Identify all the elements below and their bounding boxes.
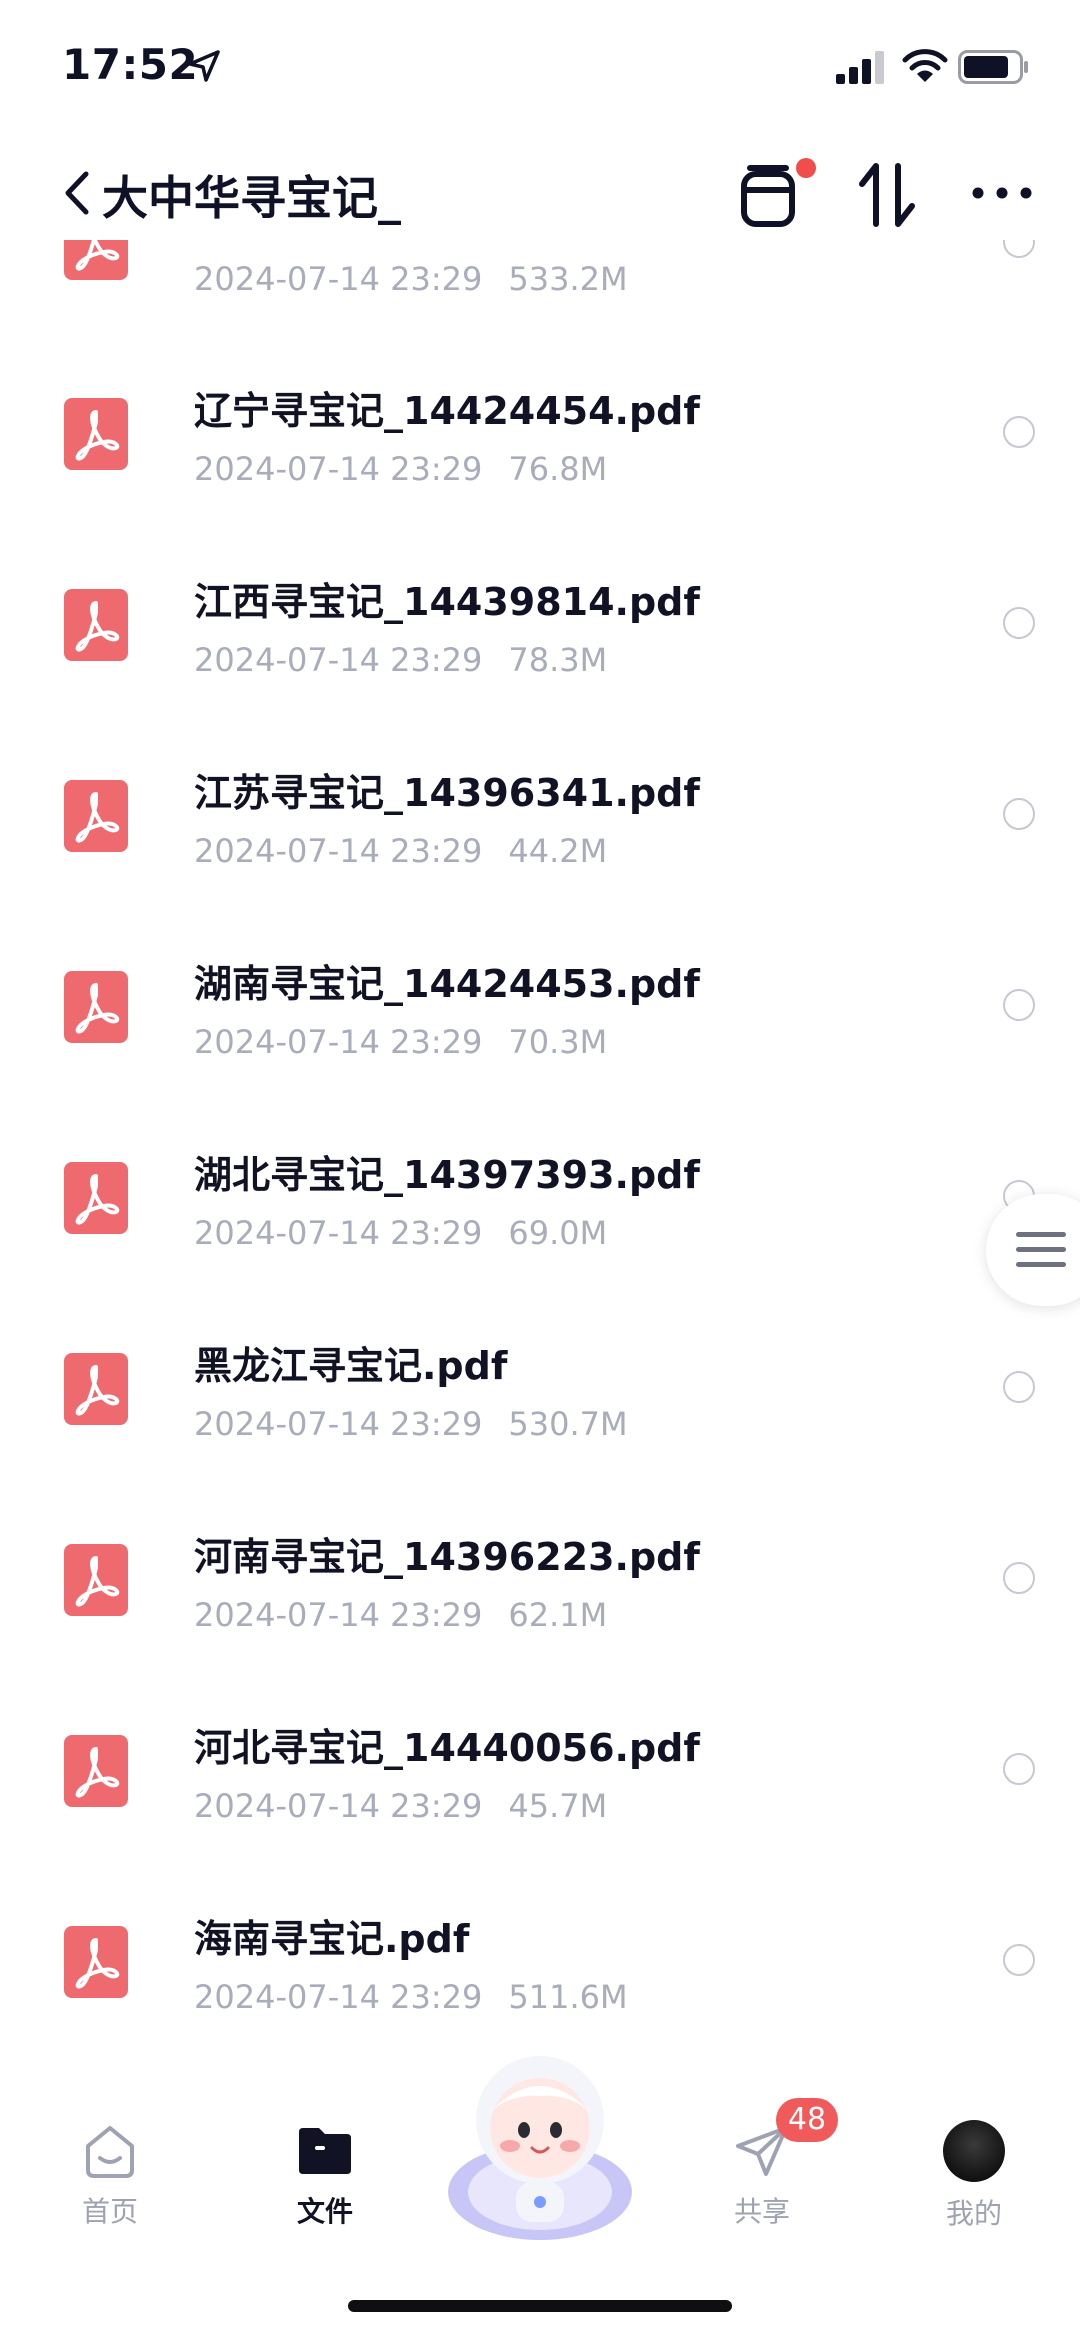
wifi-icon	[902, 49, 948, 82]
home-indicator	[348, 2300, 732, 2312]
sort-icon[interactable]	[858, 162, 916, 228]
status-time: 17:52	[62, 40, 199, 89]
menu-lines-icon	[1016, 1232, 1066, 1267]
tab-files[interactable]: 文件	[255, 2120, 395, 2260]
file-size: 530.7M	[508, 1405, 628, 1443]
file-row[interactable]: 辽宁寻宝记_14424454.pdf 2024-07-14 23:29 76.8M	[0, 340, 1080, 530]
status-bar: 17:52	[0, 0, 1080, 130]
tab-label: 首页	[81, 2195, 138, 2228]
file-name: 海南寻宝记.pdf	[194, 1917, 470, 1961]
select-radio[interactable]	[1003, 1753, 1035, 1785]
file-row[interactable]: 黑龙江寻宝记.pdf 2024-07-14 23:29 530.7M	[0, 1295, 1080, 1485]
pdf-file-icon	[64, 1544, 128, 1616]
tab-label: 文件	[296, 2195, 353, 2228]
file-date: 2024-07-14 23:29	[194, 1978, 483, 2016]
pdf-file-icon	[64, 1353, 128, 1425]
file-name: 湖南寻宝记_14424453.pdf	[194, 962, 700, 1006]
file-size: 76.8M	[508, 450, 608, 488]
tab-bar: 首页 文件 共享 48 我的	[0, 2050, 1080, 2337]
header: 大中华寻宝记_	[0, 150, 1080, 240]
file-size: 62.1M	[508, 1596, 608, 1634]
file-date: 2024-07-14 23:29	[194, 1023, 483, 1061]
tab-profile[interactable]: 我的	[904, 2120, 1044, 2260]
file-meta: 2024-07-14 23:29 78.3M	[194, 641, 607, 679]
file-name: 辽宁寻宝记_14424454.pdf	[194, 389, 700, 433]
select-radio[interactable]	[1003, 416, 1035, 448]
folder-icon	[299, 2128, 351, 2174]
file-row[interactable]: 河南寻宝记_14396223.pdf 2024-07-14 23:29 62.1M	[0, 1486, 1080, 1676]
file-date: 2024-07-14 23:29	[194, 1787, 483, 1825]
file-date: 2024-07-14 23:29	[194, 1214, 483, 1252]
page-title: 大中华寻宝记_	[102, 171, 401, 225]
file-row[interactable]: 海南寻宝记.pdf 2024-07-14 23:29 511.6M	[0, 1868, 1080, 2050]
file-name: 河北寻宝记_14440056.pdf	[194, 1726, 700, 1770]
notification-dot	[796, 158, 816, 178]
file-meta: 2024-07-14 23:29 511.6M	[194, 1978, 628, 2016]
file-meta: 2024-07-14 23:29 62.1M	[194, 1596, 607, 1634]
file-meta: 2024-07-14 23:29 76.8M	[194, 450, 607, 488]
file-meta: 2024-07-14 23:29 44.2M	[194, 832, 607, 870]
file-date: 2024-07-14 23:29	[194, 1405, 483, 1443]
file-name: 江西寻宝记_14439814.pdf	[194, 580, 700, 624]
pdf-file-icon	[64, 780, 128, 852]
mascot-icon[interactable]	[440, 2042, 640, 2242]
file-size: 69.0M	[508, 1214, 608, 1252]
back-icon[interactable]	[60, 168, 94, 218]
location-arrow-icon	[188, 50, 220, 82]
tab-label: 共享	[733, 2195, 790, 2228]
share-count-badge: 48	[776, 2098, 838, 2142]
file-size: 78.3M	[508, 641, 608, 679]
file-row[interactable]: 江西寻宝记_14439814.pdf 2024-07-14 23:29 78.3M	[0, 531, 1080, 721]
home-icon	[86, 2126, 134, 2178]
pdf-file-icon	[64, 1735, 128, 1807]
tab-label: 我的	[945, 2197, 1002, 2230]
pdf-file-icon	[64, 1162, 128, 1234]
pdf-file-icon	[64, 589, 128, 661]
pdf-file-icon	[64, 240, 128, 280]
file-date: 2024-07-14 23:29	[194, 641, 483, 679]
file-meta: 2024-07-14 23:29 530.7M	[194, 1405, 628, 1443]
file-size: 511.6M	[508, 1978, 628, 2016]
select-radio[interactable]	[1003, 1371, 1035, 1403]
more-options-icon[interactable]	[970, 178, 1034, 208]
avatar	[943, 2120, 1005, 2182]
file-date: 2024-07-14 23:29	[194, 450, 483, 488]
file-date: 2024-07-14 23:29	[194, 260, 483, 298]
file-list: 2024-07-14 23:29 533.2M 辽宁寻宝记_14424454.pd…	[0, 240, 1080, 2050]
pdf-file-icon	[64, 971, 128, 1043]
file-meta: 2024-07-14 23:29 70.3M	[194, 1023, 607, 1061]
tab-home[interactable]: 首页	[40, 2120, 180, 2260]
pdf-file-icon	[64, 398, 128, 470]
file-size: 533.2M	[508, 260, 628, 298]
select-radio[interactable]	[1003, 240, 1035, 258]
pdf-file-icon	[64, 1926, 128, 1998]
file-meta: 2024-07-14 23:29 533.2M	[194, 260, 628, 298]
file-row[interactable]: 江苏寻宝记_14396341.pdf 2024-07-14 23:29 44.2M	[0, 722, 1080, 912]
file-name: 黑龙江寻宝记.pdf	[194, 1344, 508, 1388]
select-radio[interactable]	[1003, 1562, 1035, 1594]
file-row[interactable]: 2024-07-14 23:29 533.2M	[0, 240, 1080, 340]
file-date: 2024-07-14 23:29	[194, 832, 483, 870]
tab-share[interactable]: 共享 48	[692, 2098, 838, 2260]
file-size: 45.7M	[508, 1787, 608, 1825]
file-name: 江苏寻宝记_14396341.pdf	[194, 771, 700, 815]
select-radio[interactable]	[1003, 798, 1035, 830]
cell-signal-icon	[836, 51, 884, 84]
file-row[interactable]: 湖北寻宝记_14397393.pdf 2024-07-14 23:29 69.0M	[0, 1104, 1080, 1294]
file-row[interactable]: 河北寻宝记_14440056.pdf 2024-07-14 23:29 45.7M	[0, 1677, 1080, 1867]
file-size: 70.3M	[508, 1023, 608, 1061]
file-date: 2024-07-14 23:29	[194, 1596, 483, 1634]
file-name: 河南寻宝记_14396223.pdf	[194, 1535, 700, 1579]
file-meta: 2024-07-14 23:29 45.7M	[194, 1787, 607, 1825]
file-name: 湖北寻宝记_14397393.pdf	[194, 1153, 700, 1197]
select-radio[interactable]	[1003, 989, 1035, 1021]
file-meta: 2024-07-14 23:29 69.0M	[194, 1214, 607, 1252]
battery-icon	[958, 50, 1028, 84]
file-size: 44.2M	[508, 832, 608, 870]
select-radio[interactable]	[1003, 1944, 1035, 1976]
select-radio[interactable]	[1003, 607, 1035, 639]
file-row[interactable]: 湖南寻宝记_14424453.pdf 2024-07-14 23:29 70.3M	[0, 913, 1080, 1103]
